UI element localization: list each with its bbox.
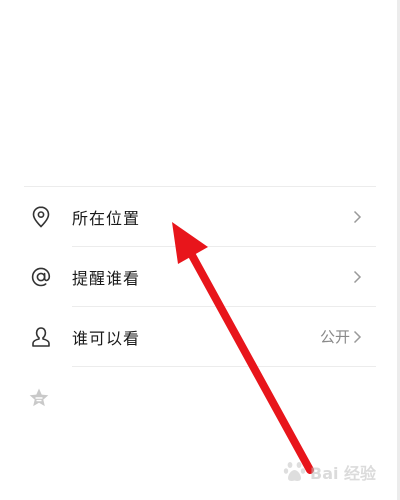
baidu-watermark: Bai 经验 bbox=[282, 454, 392, 490]
menu-item-label: 所在位置 bbox=[72, 208, 141, 228]
menu-item-label: 提醒谁看 bbox=[72, 268, 141, 288]
menu-item-label: 谁可以看 bbox=[72, 328, 141, 348]
star-icon[interactable] bbox=[28, 387, 50, 409]
menu-item-location[interactable]: 所在位置 bbox=[32, 187, 376, 247]
chevron-right-icon bbox=[353, 330, 362, 343]
baidu-paw-icon bbox=[283, 462, 306, 481]
chevron-right-icon bbox=[353, 270, 362, 283]
chevron-right-icon bbox=[353, 210, 362, 223]
watermark-text: Bai 经验 bbox=[310, 464, 377, 483]
post-options-screen: 所在位置 提醒谁看 谁可以看 公开 Bai 经验 bbox=[0, 0, 400, 500]
visibility-value: 公开 bbox=[319, 328, 350, 346]
menu-item-remind[interactable]: 提醒谁看 bbox=[31, 247, 376, 307]
person-icon bbox=[30, 326, 52, 348]
at-sign-icon bbox=[30, 266, 52, 288]
menu-item-visibility[interactable]: 谁可以看 公开 bbox=[32, 307, 376, 367]
post-options-menu: 所在位置 提醒谁看 谁可以看 公开 bbox=[0, 187, 400, 367]
location-pin-icon bbox=[30, 205, 52, 228]
